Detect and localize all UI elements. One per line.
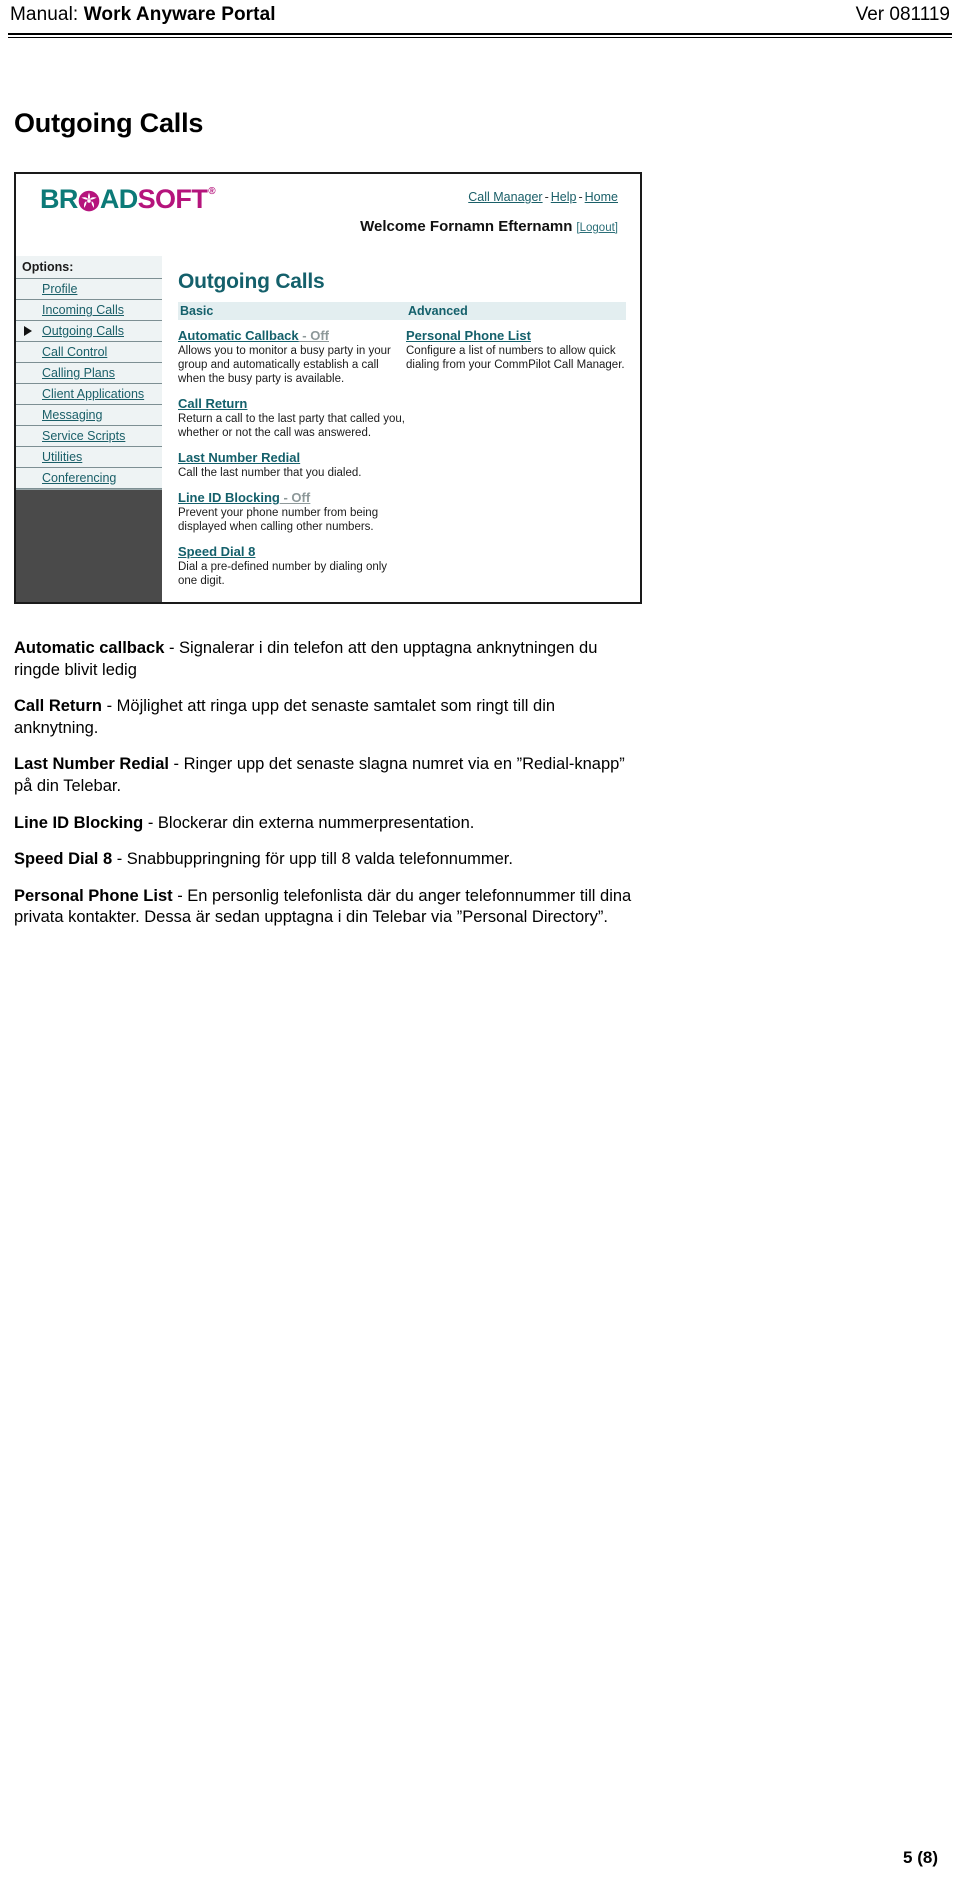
sidebar-link-incoming-calls[interactable]: Incoming Calls [42, 303, 124, 317]
sidebar-link-conferencing[interactable]: Conferencing [42, 471, 116, 485]
header-version: Ver 081119 [855, 4, 950, 25]
page-header: Manual: Work Anyware Portal Ver 081119 [10, 4, 950, 34]
basic-feature-column: Automatic Callback - Off Allows you to m… [178, 328, 406, 598]
feature-description: Allows you to monitor a busy party in yo… [178, 345, 391, 386]
column-header-advanced: Advanced [408, 304, 468, 318]
sidebar-item-profile[interactable]: Profile [16, 279, 162, 300]
feature-last-number-redial: Last Number Redial Call the last number … [178, 450, 406, 480]
feature-title[interactable]: Speed Dial 8 [178, 544, 406, 559]
registered-icon: ® [208, 185, 216, 197]
feature-description: Dial a pre-defined number by dialing onl… [178, 561, 388, 588]
feature-title[interactable]: Call Return [178, 396, 406, 411]
portal-header: BR AD SOFT ® Call Manager - Help - Home … [16, 174, 640, 256]
sidebar-item-call-control[interactable]: Call Control [16, 342, 162, 363]
nav-call-manager[interactable]: Call Manager [468, 190, 542, 204]
nav-separator-2: - [578, 190, 583, 204]
feature-line-id-blocking: Line ID Blocking - Off Prevent your phon… [178, 490, 406, 534]
paragraph-call-return: Call Return - Möjlighet att ringa upp de… [14, 696, 644, 739]
feature-title[interactable]: Personal Phone List [406, 328, 626, 343]
feature-title[interactable]: Automatic Callback - Off [178, 328, 406, 343]
term-personal-phone-list: Personal Phone List [14, 886, 173, 905]
feature-link-personal-phone-list[interactable]: Personal Phone List [406, 328, 531, 343]
feature-link-line-id-blocking[interactable]: Line ID Blocking [178, 490, 280, 505]
paragraph-line-id-blocking: Line ID Blocking - Blockerar din externa… [14, 813, 644, 835]
options-heading: Options: [16, 256, 162, 279]
logout-link[interactable]: [Logout] [576, 222, 618, 234]
feature-link-call-return[interactable]: Call Return [178, 396, 247, 411]
feature-link-automatic-callback[interactable]: Automatic Callback [178, 328, 299, 343]
nav-help[interactable]: Help [551, 190, 577, 204]
term-call-return: Call Return [14, 697, 103, 716]
sidebar-item-service-scripts[interactable]: Service Scripts [16, 426, 162, 447]
sidebar-item-utilities[interactable]: Utilities [16, 447, 162, 468]
term-automatic-callback: Automatic callback [14, 639, 165, 657]
broadsoft-logo: BR AD SOFT ® [40, 184, 216, 214]
feature-state-automatic-callback: - Off [298, 328, 329, 343]
column-header-basic: Basic [180, 304, 214, 318]
page-number: 5 (8) [903, 1848, 938, 1867]
feature-description: Prevent your phone number from being dis… [178, 507, 379, 534]
feature-title[interactable]: Last Number Redial [178, 450, 406, 465]
paragraph-speed-dial-8: Speed Dial 8 - Snabbuppringning för upp … [14, 849, 644, 871]
sidebar-item-client-applications[interactable]: Client Applications [16, 384, 162, 405]
text-line-id-blocking: - Blockerar din externa nummerpresentati… [143, 813, 475, 832]
column-header-band: Basic Advanced [178, 302, 626, 320]
body-copy: Automatic callback - Signalerar i din te… [14, 638, 644, 944]
paragraph-automatic-callback: Automatic callback - Signalerar i din te… [14, 638, 644, 681]
feature-call-return: Call Return Return a call to the last pa… [178, 396, 406, 440]
welcome-line: Welcome Fornamn Efternamn [Logout] [360, 218, 618, 235]
header-left: Manual: Work Anyware Portal [10, 4, 276, 26]
sidebar-item-incoming-calls[interactable]: Incoming Calls [16, 300, 162, 321]
content-heading: Outgoing Calls [178, 270, 325, 293]
welcome-text: Welcome Fornamn Efternamn [360, 218, 573, 235]
portal-screenshot: BR AD SOFT ® Call Manager - Help - Home … [14, 172, 642, 604]
sidebar-item-conferencing[interactable]: Conferencing [16, 468, 162, 489]
logo-text-part2: AD [99, 184, 138, 214]
paragraph-last-number-redial: Last Number Redial - Ringer upp det sena… [14, 754, 644, 797]
feature-title[interactable]: Line ID Blocking - Off [178, 490, 406, 505]
sidebar-link-outgoing-calls[interactable]: Outgoing Calls [42, 324, 124, 338]
portal-content: Outgoing Calls Basic Advanced Automatic … [162, 256, 640, 602]
term-last-number-redial: Last Number Redial [14, 755, 169, 774]
paragraph-personal-phone-list: Personal Phone List - En personlig telef… [14, 886, 644, 929]
header-label: Manual: [10, 4, 79, 25]
feature-speed-dial-8: Speed Dial 8 Dial a pre-defined number b… [178, 544, 406, 588]
feature-link-speed-dial-8[interactable]: Speed Dial 8 [178, 544, 255, 559]
term-speed-dial-8: Speed Dial 8 [14, 850, 113, 869]
pinwheel-mark-icon [78, 190, 100, 212]
advanced-feature-column: Personal Phone List Configure a list of … [406, 328, 626, 598]
sidebar-link-utilities[interactable]: Utilities [42, 450, 82, 464]
feature-automatic-callback: Automatic Callback - Off Allows you to m… [178, 328, 406, 386]
term-line-id-blocking: Line ID Blocking [14, 813, 144, 832]
sidebar-item-calling-plans[interactable]: Calling Plans [16, 363, 162, 384]
feature-description: Return a call to the last party that cal… [178, 413, 405, 440]
sidebar-link-calling-plans[interactable]: Calling Plans [42, 366, 115, 380]
feature-personal-phone-list: Personal Phone List Configure a list of … [406, 328, 626, 372]
sidebar-link-client-applications[interactable]: Client Applications [42, 387, 144, 401]
logo-text-part1: BR [40, 184, 78, 214]
feature-state-line-id-blocking: - Off [279, 490, 311, 506]
portal-topnav: Call Manager - Help - Home [468, 190, 618, 204]
sidebar-item-outgoing-calls[interactable]: Outgoing Calls [16, 321, 162, 342]
sidebar-link-messaging[interactable]: Messaging [42, 408, 102, 422]
page-title: Outgoing Calls [14, 108, 204, 138]
portal-sidebar: Options: Profile Incoming Calls Outgoing… [16, 256, 162, 602]
sidebar-link-service-scripts[interactable]: Service Scripts [42, 429, 125, 443]
sidebar-link-profile[interactable]: Profile [42, 282, 77, 296]
sidebar-background [16, 490, 162, 602]
header-title: Work Anyware Portal [83, 4, 276, 25]
selected-arrow-icon [24, 326, 32, 336]
text-speed-dial-8: - Snabbuppringning för upp till 8 valda … [112, 850, 513, 869]
feature-description: Call the last number that you dialed. [178, 467, 362, 480]
sidebar-link-call-control[interactable]: Call Control [42, 345, 107, 359]
feature-link-last-number-redial[interactable]: Last Number Redial [178, 450, 300, 465]
logo-text-part3: SOFT [137, 184, 208, 214]
sidebar-item-messaging[interactable]: Messaging [16, 405, 162, 426]
nav-separator-1: - [544, 190, 549, 204]
header-divider [8, 33, 952, 38]
nav-home[interactable]: Home [585, 190, 618, 204]
feature-description: Configure a list of numbers to allow qui… [406, 345, 625, 372]
options-menu: Options: Profile Incoming Calls Outgoing… [16, 256, 162, 490]
